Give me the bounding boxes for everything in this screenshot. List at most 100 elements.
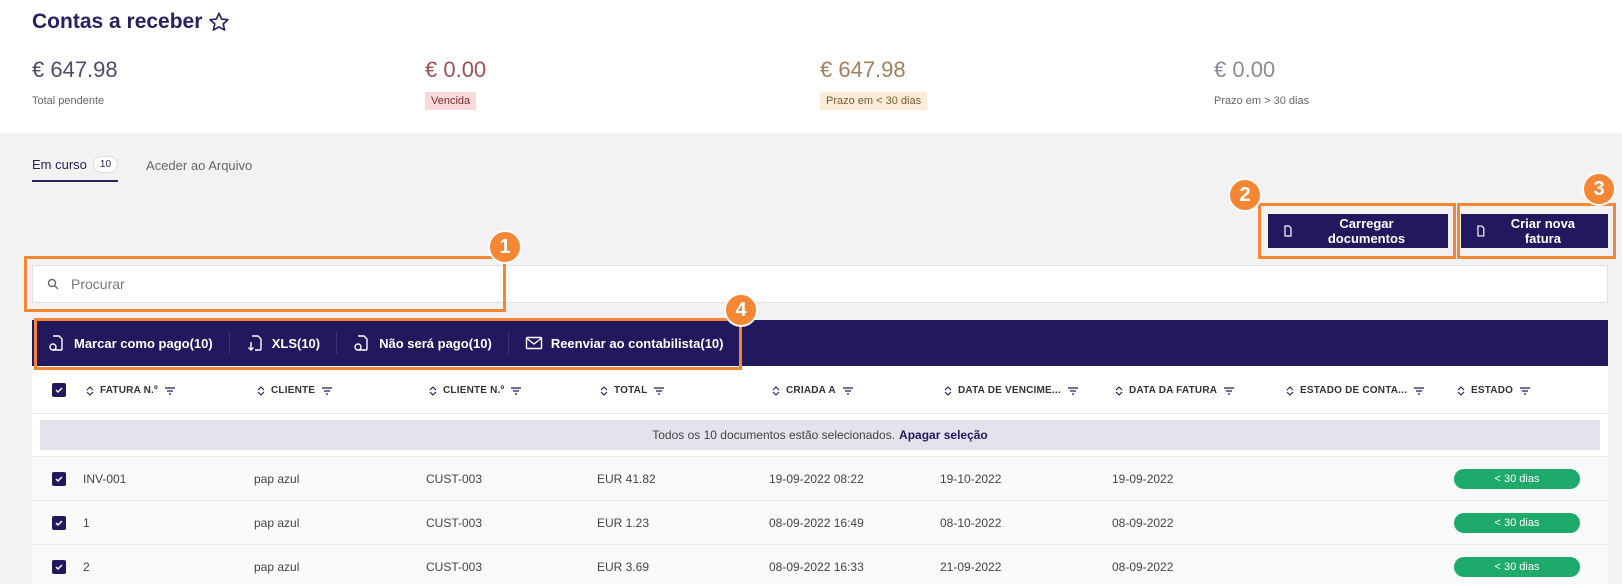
- row-checkbox[interactable]: [52, 516, 66, 530]
- invoice-number: INV-001: [83, 472, 127, 486]
- filter-icon[interactable]: [164, 386, 176, 396]
- invoice-number: 1: [83, 516, 90, 530]
- created-at: 08-09-2022 16:33: [769, 560, 864, 574]
- check-icon: [55, 387, 63, 394]
- tab-label: Aceder ao Arquivo: [146, 158, 253, 173]
- filter-icon[interactable]: [1223, 386, 1235, 396]
- kpi-due-over-30: € 0.00 Prazo em > 30 dias: [1214, 56, 1315, 110]
- invoice-date: 08-09-2022: [1112, 560, 1174, 574]
- filter-icon[interactable]: [1067, 386, 1079, 396]
- column-header[interactable]: CRIADA A: [772, 385, 854, 396]
- sort-icon: [600, 385, 608, 396]
- column-header[interactable]: CLIENTE: [257, 385, 333, 396]
- client-name: pap azul: [254, 472, 300, 486]
- column-header[interactable]: ESTADO DE CONTA...: [1286, 385, 1425, 396]
- total: EUR 41.82: [597, 472, 656, 486]
- due-date: 19-10-2022: [940, 472, 1002, 486]
- sort-icon: [257, 385, 265, 396]
- client-number: CUST-003: [426, 472, 483, 486]
- filter-icon[interactable]: [1519, 386, 1531, 396]
- annotation-box-actions: [34, 318, 742, 370]
- filter-icon[interactable]: [510, 386, 522, 396]
- page-title: Contas a receber: [32, 10, 230, 34]
- invoice-date: 19-09-2022: [1112, 472, 1174, 486]
- table-header: FATURA N.º CLIENTE CLIENTE N.º TOTAL CRI…: [32, 366, 1608, 414]
- kpi-badge: Prazo em < 30 dias: [820, 92, 928, 110]
- kpi-overdue: € 0.00 Vencida: [425, 56, 486, 110]
- column-label: CRIADA A: [786, 385, 836, 396]
- due-date: 21-09-2022: [940, 560, 1002, 574]
- due-date: 08-10-2022: [940, 516, 1002, 530]
- column-header[interactable]: TOTAL: [600, 385, 665, 396]
- column-header[interactable]: DATA DA FATURA: [1115, 385, 1235, 396]
- status-badge: < 30 dias: [1454, 557, 1580, 577]
- check-icon: [55, 520, 63, 527]
- status-badge: < 30 dias: [1454, 513, 1580, 533]
- client-number: CUST-003: [426, 560, 483, 574]
- sort-icon: [1286, 385, 1294, 396]
- filter-icon[interactable]: [653, 386, 665, 396]
- kpi-label: Total pendente: [32, 95, 105, 107]
- row-checkbox[interactable]: [52, 472, 66, 486]
- created-at: 19-09-2022 08:22: [769, 472, 864, 486]
- check-icon: [55, 564, 63, 571]
- total: EUR 1.23: [597, 516, 650, 530]
- kpi-amount: € 647.98: [820, 57, 906, 82]
- status-badge: < 30 dias: [1454, 469, 1580, 489]
- tab-in-progress[interactable]: Em curso 10: [32, 156, 119, 182]
- kpi-amount: € 647.98: [32, 57, 118, 82]
- sort-icon: [1115, 385, 1123, 396]
- sort-icon: [1457, 385, 1465, 396]
- row-checkbox[interactable]: [52, 560, 66, 574]
- client-name: pap azul: [254, 560, 300, 574]
- invoice-table: FATURA N.º CLIENTE CLIENTE N.º TOTAL CRI…: [32, 366, 1608, 584]
- invoice-number: 2: [83, 560, 90, 574]
- created-at: 08-09-2022 16:49: [769, 516, 864, 530]
- column-label: CLIENTE N.º: [443, 385, 505, 396]
- column-header[interactable]: CLIENTE N.º: [429, 385, 522, 396]
- column-header[interactable]: FATURA N.º: [86, 385, 176, 396]
- column-label: ESTADO: [1471, 385, 1514, 396]
- clear-selection-link[interactable]: Apagar seleção: [899, 428, 988, 442]
- column-label: TOTAL: [614, 385, 648, 396]
- column-label: DATA DE VENCIME...: [958, 385, 1061, 396]
- annotation-box-search: [24, 256, 506, 312]
- sort-icon: [772, 385, 780, 396]
- filter-icon[interactable]: [321, 386, 333, 396]
- column-label: CLIENTE: [271, 385, 316, 396]
- annotation-marker: 2: [1228, 178, 1262, 212]
- selection-notice: Todos os 10 documentos estão selecionado…: [40, 420, 1600, 450]
- table-row[interactable]: 2 pap azul CUST-003 EUR 3.69 08-09-2022 …: [32, 544, 1608, 584]
- summary-header: Contas a receber € 647.98 Total pendente…: [0, 0, 1622, 133]
- kpi-due-under-30: € 647.98 Prazo em < 30 dias: [820, 56, 928, 110]
- table-row[interactable]: 1 pap azul CUST-003 EUR 1.23 08-09-2022 …: [32, 500, 1608, 544]
- annotation-marker: 4: [724, 293, 758, 327]
- column-label: FATURA N.º: [100, 385, 158, 396]
- selection-notice-text: Todos os 10 documentos estão selecionado…: [652, 428, 896, 442]
- kpi-amount: € 0.00: [1214, 57, 1276, 82]
- star-icon[interactable]: [208, 11, 230, 33]
- column-header[interactable]: ESTADO: [1457, 385, 1531, 396]
- filter-icon[interactable]: [1413, 386, 1425, 396]
- annotation-box-upload: [1258, 203, 1456, 259]
- check-icon: [55, 476, 63, 483]
- select-all-checkbox[interactable]: [52, 383, 66, 397]
- tab-label: Em curso: [32, 157, 87, 172]
- column-header[interactable]: DATA DE VENCIME...: [944, 385, 1079, 396]
- kpi-total-pending: € 647.98 Total pendente: [32, 56, 118, 110]
- page-title-text: Contas a receber: [32, 10, 203, 33]
- client-number: CUST-003: [426, 516, 483, 530]
- column-label: DATA DA FATURA: [1129, 385, 1218, 396]
- table-row[interactable]: INV-001 pap azul CUST-003 EUR 41.82 19-0…: [32, 456, 1608, 500]
- filter-icon[interactable]: [842, 386, 854, 396]
- total: EUR 3.69: [597, 560, 650, 574]
- annotation-marker: 1: [488, 230, 522, 264]
- tab-archive[interactable]: Aceder ao Arquivo: [146, 156, 252, 182]
- tab-count-badge: 10: [92, 156, 119, 173]
- tabs: Em curso 10 Aceder ao Arquivo: [32, 156, 252, 182]
- invoice-date: 08-09-2022: [1112, 516, 1174, 530]
- sort-icon: [944, 385, 952, 396]
- client-name: pap azul: [254, 516, 300, 530]
- kpi-label: Prazo em > 30 dias: [1214, 95, 1310, 107]
- annotation-marker: 3: [1582, 172, 1616, 206]
